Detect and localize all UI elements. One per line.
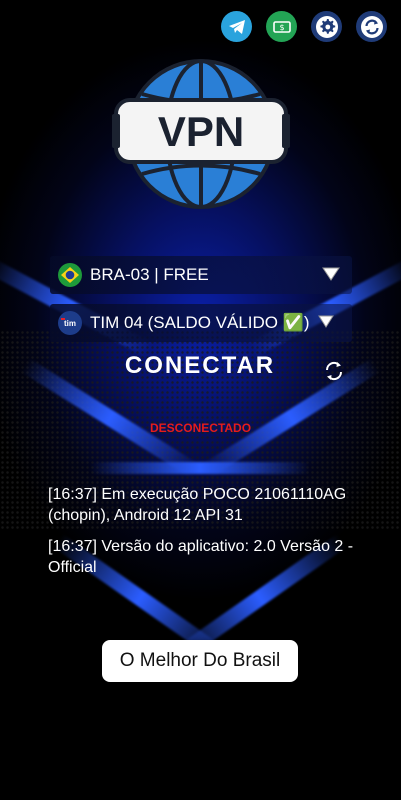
dropdown-arrow-icon [318,315,334,328]
payload-label: TIM 04 (SALDO VÁLIDO ✅) [90,313,310,332]
connect-button[interactable]: CONECTAR [60,352,340,380]
log-line: [16:37] Em execução POCO 21061110AG (cho… [48,486,347,524]
connection-status: DESCONECTADO [149,421,252,435]
gear-icon[interactable] [311,11,342,42]
reconnect-icon[interactable] [322,359,346,383]
top-toolbar: $ [221,11,387,42]
svg-text:tim: tim [64,319,76,328]
slogan-button[interactable]: O Melhor Do Brasil [102,640,298,682]
log-panel[interactable]: [16:37] Em execução POCO 21061110AG (cho… [48,484,368,592]
dropdown-arrow-icon [322,267,340,281]
payload-selector[interactable]: tim TIM 04 (SALDO VÁLIDO ✅) [50,304,352,342]
telegram-icon[interactable] [221,11,252,42]
server-label: BRA-03 | FREE [90,265,209,284]
server-selector[interactable]: BRA-03 | FREE [50,256,352,294]
brazil-flag-icon [58,263,82,287]
log-line: [16:37] Versão do aplicativo: 2.0 Versão… [48,538,354,576]
svg-text:$: $ [279,23,284,32]
tim-logo-icon: tim [58,311,82,335]
money-icon[interactable]: $ [266,11,297,42]
refresh-icon[interactable] [356,11,387,42]
vpn-logo: VPN [112,56,290,212]
logo-text: VPN [158,108,244,155]
